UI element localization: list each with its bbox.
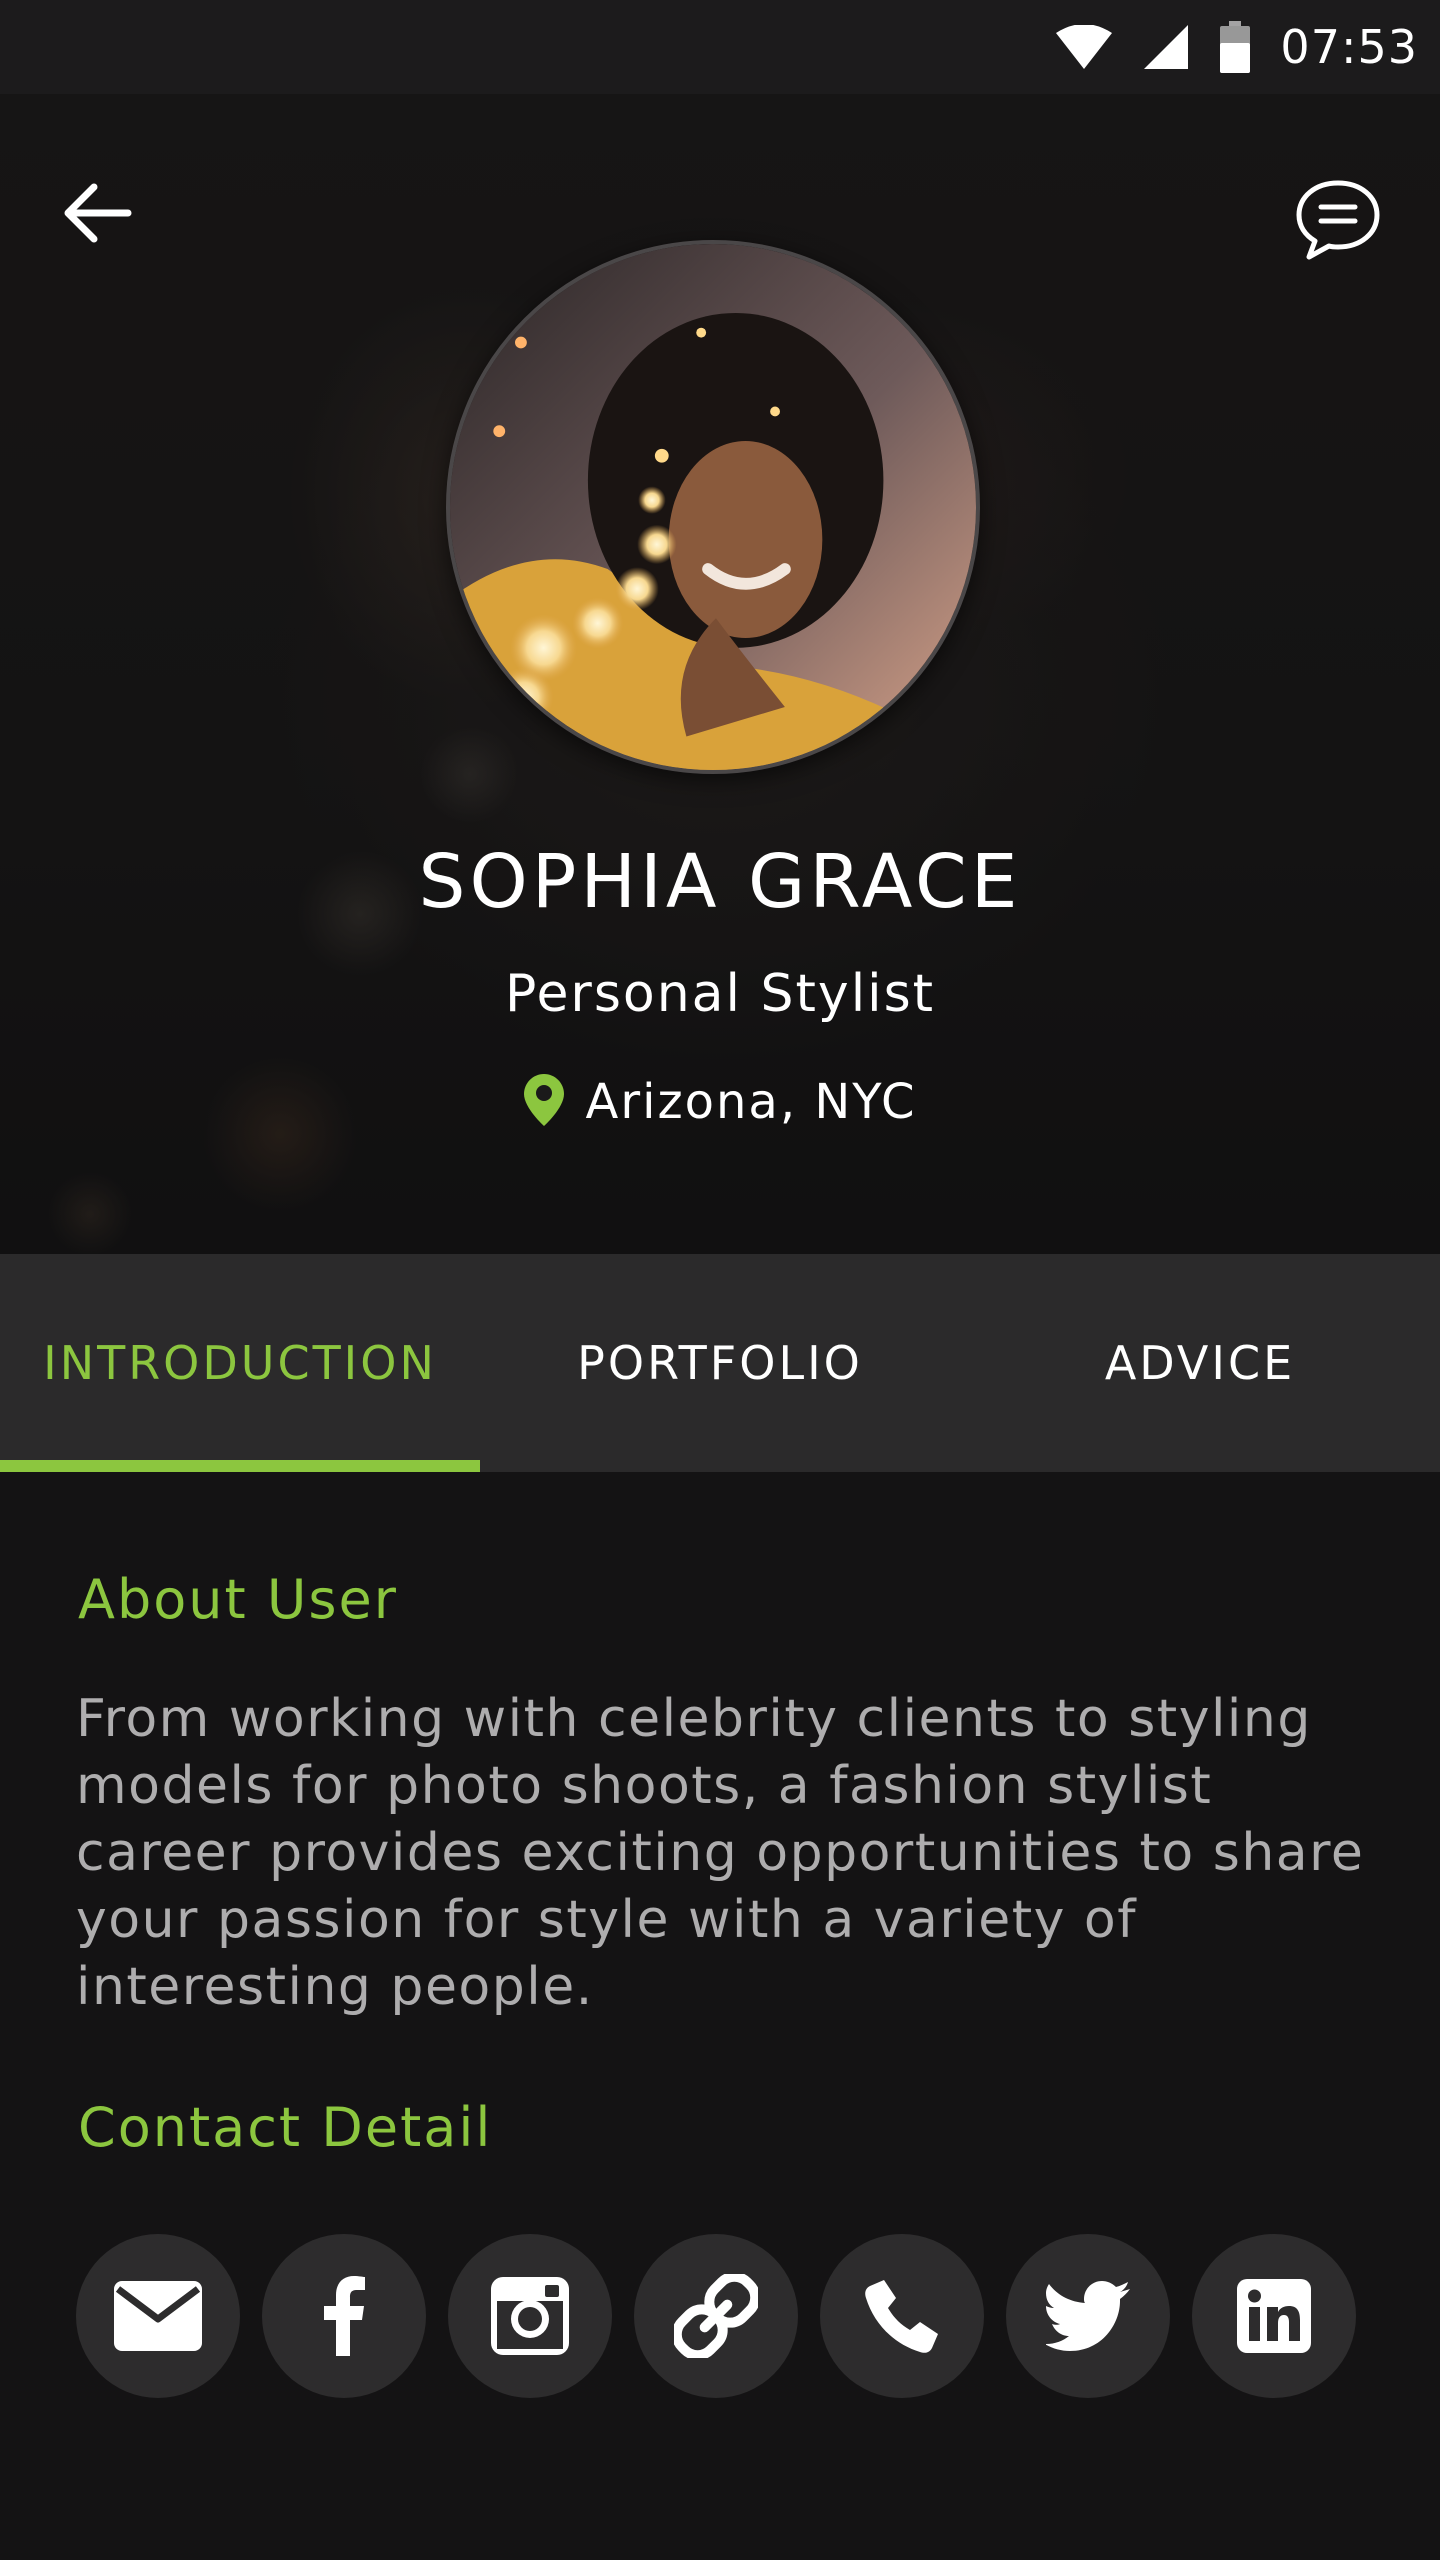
email-icon — [114, 2281, 202, 2351]
linkedin-button[interactable] — [1192, 2234, 1356, 2398]
contact-buttons — [76, 2234, 1356, 2398]
twitter-icon — [1046, 2281, 1130, 2351]
chat-bubble-icon — [1293, 177, 1383, 267]
arrow-left-icon — [62, 181, 132, 249]
avatar — [446, 240, 980, 774]
introduction-panel: About User From working with celebrity c… — [0, 1472, 1440, 2560]
instagram-icon — [491, 2277, 569, 2355]
link-icon — [674, 2274, 758, 2358]
linkedin-icon — [1237, 2279, 1311, 2353]
active-tab-indicator — [0, 1460, 480, 1472]
map-pin-icon — [523, 1074, 564, 1130]
tab-label: INTRODUCTION — [43, 1336, 437, 1390]
cellular-signal-icon — [1142, 23, 1190, 71]
instagram-button[interactable] — [448, 2234, 612, 2398]
contact-heading: Contact Detail — [78, 2096, 493, 2159]
profile-screen: 07:53 SOPHIA GRACE Personal Stylist Ariz… — [0, 0, 1440, 2560]
facebook-icon — [322, 2276, 366, 2356]
battery-icon — [1220, 21, 1251, 73]
wifi-icon — [1056, 25, 1113, 69]
tab-label: ADVICE — [1104, 1336, 1296, 1390]
twitter-button[interactable] — [1006, 2234, 1170, 2398]
phone-button[interactable] — [820, 2234, 984, 2398]
status-icons: 07:53 — [1056, 0, 1418, 94]
status-time: 07:53 — [1280, 20, 1418, 74]
profile-location: Arizona, NYC — [0, 1074, 1440, 1130]
phone-icon — [864, 2278, 940, 2354]
location-text: Arizona, NYC — [585, 1074, 917, 1130]
back-button[interactable] — [52, 170, 142, 260]
about-heading: About User — [78, 1568, 398, 1631]
facebook-button[interactable] — [262, 2234, 426, 2398]
email-button[interactable] — [76, 2234, 240, 2398]
profile-role: Personal Stylist — [504, 964, 936, 1024]
tab-introduction[interactable]: INTRODUCTION — [0, 1254, 480, 1472]
link-button[interactable] — [634, 2234, 798, 2398]
tab-label: PORTFOLIO — [577, 1336, 863, 1390]
profile-name: SOPHIA GRACE — [418, 839, 1022, 925]
tab-advice[interactable]: ADVICE — [960, 1254, 1440, 1472]
chat-button[interactable] — [1288, 172, 1388, 272]
status-bar: 07:53 — [0, 0, 1440, 94]
profile-hero: SOPHIA GRACE Personal Stylist Arizona, N… — [0, 94, 1440, 1254]
tab-bar: INTRODUCTION PORTFOLIO ADVICE — [0, 1254, 1440, 1472]
about-text: From working with celebrity clients to s… — [76, 1689, 1365, 2017]
tab-portfolio[interactable]: PORTFOLIO — [480, 1254, 960, 1472]
